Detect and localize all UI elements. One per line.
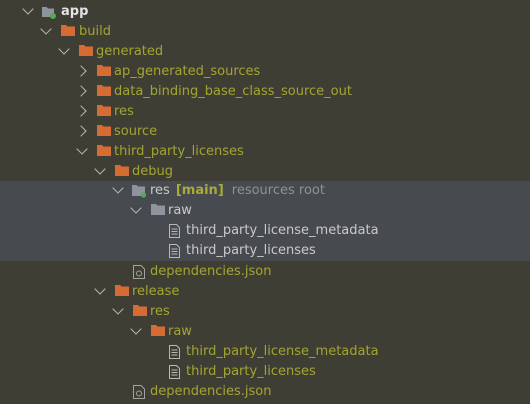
tree-label-ap-generated-sources: ap_generated_sources — [114, 64, 261, 79]
tree-label-debug: debug — [132, 164, 173, 179]
folder-icon — [97, 145, 111, 156]
tree-node-release-res[interactable]: res — [0, 302, 530, 322]
tree-label-release-licenses: third_party_licenses — [186, 364, 316, 379]
text-file-icon — [169, 224, 180, 238]
resources-root-hint: resources root — [231, 183, 325, 198]
folder-icon — [97, 105, 111, 116]
tree-node-source[interactable]: source — [0, 122, 530, 142]
folder-icon — [115, 165, 129, 176]
tree-node-debug-metadata[interactable]: third_party_license_metadata — [0, 221, 530, 241]
tree-label-release-dependencies: dependencies.json — [150, 384, 272, 399]
tree-label-release-res: res — [150, 304, 170, 319]
tree-node-debug-dependencies[interactable]: dependencies.json — [0, 262, 530, 282]
tree-label-build: build — [79, 24, 111, 39]
chevron-down-icon[interactable] — [130, 202, 142, 214]
chevron-down-icon[interactable] — [130, 323, 142, 335]
folder-icon — [151, 325, 165, 336]
resources-root-folder-icon — [132, 185, 147, 198]
tree-node-release[interactable]: release — [0, 282, 530, 302]
tree-node-debug-res[interactable]: res [main] resources root — [0, 181, 530, 201]
tree-label-data-binding: data_binding_base_class_source_out — [114, 84, 352, 99]
chevron-right-icon[interactable] — [75, 105, 87, 117]
source-set-tag: [main] — [175, 183, 224, 198]
chevron-right-icon[interactable] — [75, 65, 87, 77]
tree-label-app: app — [61, 4, 89, 19]
folder-icon — [79, 45, 93, 56]
folder-icon — [97, 85, 111, 96]
tree-node-generated[interactable]: generated — [0, 42, 530, 62]
tree-node-data-binding[interactable]: data_binding_base_class_source_out — [0, 82, 530, 102]
project-tree: app build generated ap_generated_sources… — [0, 0, 530, 404]
chevron-down-icon[interactable] — [94, 163, 106, 175]
chevron-down-icon[interactable] — [112, 182, 124, 194]
chevron-down-icon[interactable] — [58, 43, 70, 55]
tree-node-release-metadata[interactable]: third_party_license_metadata — [0, 342, 530, 362]
chevron-down-icon[interactable] — [112, 303, 124, 315]
text-file-icon — [169, 244, 180, 258]
tree-node-debug[interactable]: debug — [0, 162, 530, 182]
chevron-right-icon[interactable] — [75, 125, 87, 137]
chevron-down-icon[interactable] — [94, 283, 106, 295]
tree-label-release-metadata: third_party_license_metadata — [186, 344, 379, 359]
tree-node-release-dependencies[interactable]: dependencies.json — [0, 382, 530, 402]
tree-label-debug-res-group: res [main] resources root — [150, 182, 325, 200]
tree-node-res[interactable]: res — [0, 102, 530, 122]
folder-icon — [97, 125, 111, 136]
tree-label-debug-res: res — [150, 183, 170, 198]
tree-label-debug-metadata: third_party_license_metadata — [186, 223, 379, 238]
tree-label-debug-dependencies: dependencies.json — [150, 264, 272, 279]
tree-label-res: res — [114, 104, 134, 119]
tree-label-release: release — [132, 284, 180, 299]
text-file-icon — [169, 365, 180, 379]
folder-icon — [115, 285, 129, 296]
tree-label-third-party-licenses: third_party_licenses — [114, 144, 244, 159]
json-file-icon — [133, 265, 145, 279]
tree-label-debug-raw: raw — [168, 203, 192, 218]
folder-icon — [151, 204, 165, 215]
tree-node-third-party-licenses[interactable]: third_party_licenses — [0, 142, 530, 162]
tree-node-debug-raw[interactable]: raw — [0, 201, 530, 221]
tree-label-debug-licenses: third_party_licenses — [186, 243, 316, 258]
module-folder-icon — [42, 7, 56, 19]
chevron-right-icon[interactable] — [75, 85, 87, 97]
chevron-down-icon[interactable] — [22, 3, 34, 15]
tree-node-ap-generated-sources[interactable]: ap_generated_sources — [0, 62, 530, 82]
tree-node-app[interactable]: app — [0, 2, 530, 22]
tree-label-release-raw: raw — [168, 324, 192, 339]
tree-node-release-raw[interactable]: raw — [0, 322, 530, 342]
json-file-icon — [133, 385, 145, 399]
tree-node-build[interactable]: build — [0, 22, 530, 42]
folder-icon — [97, 65, 111, 76]
chevron-down-icon[interactable] — [76, 143, 88, 155]
tree-node-debug-licenses[interactable]: third_party_licenses — [0, 241, 530, 261]
chevron-down-icon[interactable] — [40, 23, 52, 35]
tree-label-generated: generated — [96, 44, 164, 59]
tree-label-source: source — [114, 124, 158, 139]
folder-icon — [61, 25, 75, 36]
folder-icon — [133, 305, 147, 316]
text-file-icon — [169, 345, 180, 359]
tree-node-release-licenses[interactable]: third_party_licenses — [0, 362, 530, 382]
